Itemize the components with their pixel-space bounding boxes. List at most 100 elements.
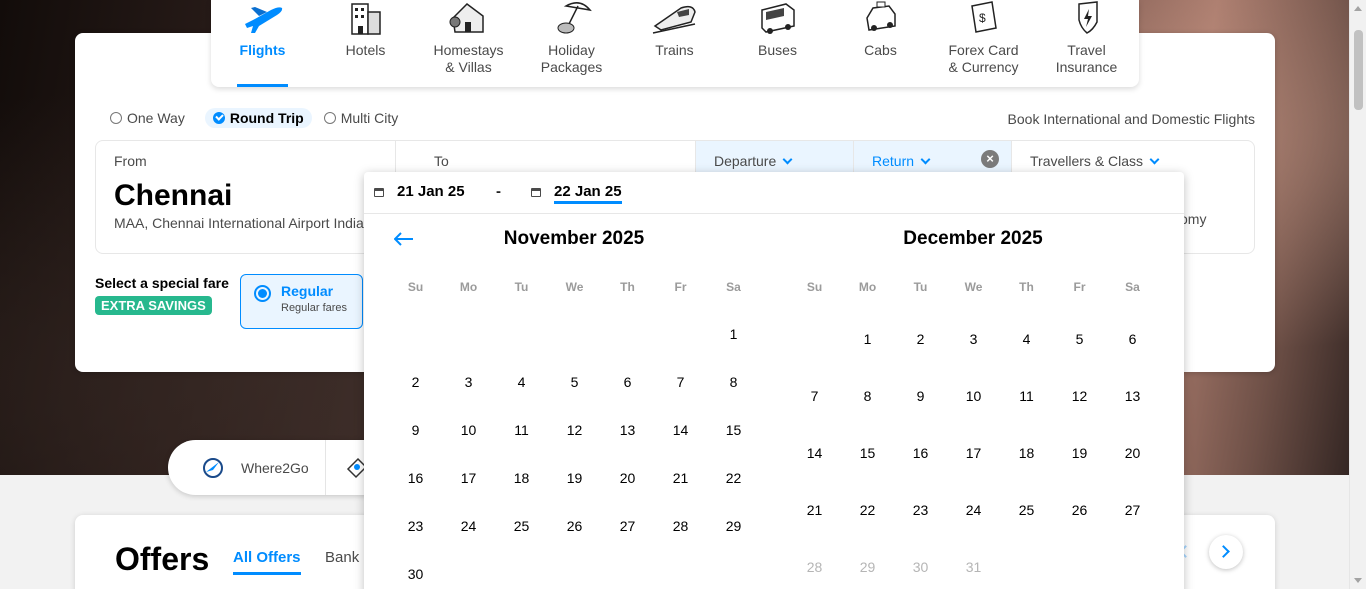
calendar-day[interactable]: 13 [1106, 367, 1159, 424]
calendar-day[interactable]: 11 [1000, 367, 1053, 424]
tab-all-offers[interactable]: All Offers [233, 549, 301, 575]
calendar-day[interactable]: 5 [548, 358, 601, 406]
calendar-day[interactable]: 4 [1000, 310, 1053, 367]
nav-item-flights[interactable]: Flights [211, 0, 314, 87]
calendar-day[interactable]: 13 [601, 406, 654, 454]
calendar-day[interactable]: 28 [654, 502, 707, 550]
calendar-day[interactable]: 8 [707, 358, 760, 406]
scroll-up-arrow-icon[interactable] [1354, 6, 1362, 11]
calendar-day[interactable]: 23 [389, 502, 442, 550]
month-title-december: December 2025 [903, 228, 1043, 249]
clear-return-icon[interactable]: × [981, 150, 999, 168]
calendar-day[interactable]: 28 [788, 538, 841, 589]
offers-title: Offers [115, 541, 210, 577]
nav-item-trains[interactable]: Trains [623, 0, 726, 87]
calendar-day[interactable]: 29 [707, 502, 760, 550]
calendar-day[interactable]: 7 [654, 358, 707, 406]
scroll-down-arrow-icon[interactable] [1354, 578, 1362, 583]
calendar-day[interactable]: 1 [841, 310, 894, 367]
calendar-day[interactable]: 3 [947, 310, 1000, 367]
chevron-down-icon [920, 154, 931, 165]
calendar-day[interactable]: 24 [442, 502, 495, 550]
svg-text:$: $ [979, 11, 986, 25]
weekday-label: Mo [858, 280, 877, 294]
nav-item-buses[interactable]: Buses [726, 0, 829, 87]
trip-one-way[interactable]: One Way [110, 108, 193, 128]
calendar-day[interactable]: 25 [1000, 481, 1053, 538]
departure-date-input[interactable]: 21 Jan 25 [397, 183, 465, 200]
calendar-day[interactable]: 4 [495, 358, 548, 406]
empty-day-cell [495, 310, 548, 358]
calendar-day[interactable]: 8 [841, 367, 894, 424]
nav-item-homestays[interactable]: Homestays & Villas [417, 0, 520, 87]
calendar-day[interactable]: 25 [495, 502, 548, 550]
calendar-day[interactable]: 16 [389, 454, 442, 502]
return-date-input[interactable]: 22 Jan 25 [554, 183, 622, 204]
calendar-day[interactable]: 6 [1106, 310, 1159, 367]
nav-item-cabs[interactable]: Cabs [829, 0, 932, 87]
calendar-day[interactable]: 12 [1053, 367, 1106, 424]
calendar-day[interactable]: 21 [788, 481, 841, 538]
calendar-day[interactable]: 15 [841, 424, 894, 481]
where2go-link[interactable]: Where2Go [168, 440, 326, 495]
calendar-day[interactable]: 14 [654, 406, 707, 454]
calendar-day[interactable]: 23 [894, 481, 947, 538]
scroll-thumb[interactable] [1354, 30, 1363, 110]
calendar-day[interactable]: 17 [442, 454, 495, 502]
calendar-day[interactable]: 9 [389, 406, 442, 454]
calendar-day[interactable]: 12 [548, 406, 601, 454]
calendar-day[interactable]: 26 [548, 502, 601, 550]
from-city: Chennai [114, 179, 233, 212]
calendar-day[interactable]: 9 [894, 367, 947, 424]
trip-round-trip[interactable]: Round Trip [204, 108, 312, 128]
calendar-day[interactable]: 30 [894, 538, 947, 589]
weekday-label: We [565, 280, 584, 294]
calendar-day[interactable]: 10 [947, 367, 1000, 424]
fare-option-regular[interactable]: Regular Regular fares [240, 274, 363, 329]
calendar-day[interactable]: 19 [1053, 424, 1106, 481]
chevron-down-icon [782, 154, 793, 165]
calendar-day[interactable]: 3 [442, 358, 495, 406]
nav-item-holiday-packages[interactable]: Holiday Packages [520, 0, 623, 87]
calendar-day[interactable]: 16 [894, 424, 947, 481]
calendar-day[interactable]: 30 [389, 550, 442, 589]
calendar-day[interactable]: 19 [548, 454, 601, 502]
calendar-day[interactable]: 21 [654, 454, 707, 502]
calendar-day[interactable]: 27 [601, 502, 654, 550]
nav-item-hotels[interactable]: Hotels [314, 0, 417, 87]
calendar-day[interactable]: 2 [894, 310, 947, 367]
calendar-day[interactable]: 22 [841, 481, 894, 538]
calendar-day[interactable]: 18 [1000, 424, 1053, 481]
calendar-day[interactable]: 10 [442, 406, 495, 454]
calendar-day[interactable]: 24 [947, 481, 1000, 538]
weekday-label: Mo [459, 280, 478, 294]
calendar-day[interactable]: 22 [707, 454, 760, 502]
offers-next-button[interactable] [1209, 535, 1243, 569]
calendar-day[interactable]: 6 [601, 358, 654, 406]
calendar-day[interactable]: 14 [788, 424, 841, 481]
radio-icon[interactable] [110, 112, 122, 124]
trip-multi-city[interactable]: Multi City [323, 108, 407, 128]
calendar-day[interactable]: 29 [841, 538, 894, 589]
checked-radio-icon[interactable] [212, 112, 225, 124]
calendar-day[interactable]: 5 [1053, 310, 1106, 367]
calendar-day[interactable]: 2 [389, 358, 442, 406]
calendar-day[interactable]: 20 [601, 454, 654, 502]
weekday-label: Th [620, 280, 635, 294]
calendar-day[interactable]: 11 [495, 406, 548, 454]
calendar-day[interactable]: 20 [1106, 424, 1159, 481]
calendar-day[interactable]: 17 [947, 424, 1000, 481]
nav-item-forex[interactable]: $ Forex Card & Currency [932, 0, 1035, 87]
calendar-day[interactable]: 15 [707, 406, 760, 454]
nav-item-travel-insurance[interactable]: Travel Insurance [1035, 0, 1138, 87]
cab-car-icon [865, 1, 896, 31]
calendar-day[interactable]: 27 [1106, 481, 1159, 538]
from-field[interactable]: From Chennai MAA, Chennai International … [96, 141, 396, 253]
calendar-day[interactable]: 18 [495, 454, 548, 502]
calendar-day[interactable]: 1 [707, 310, 760, 358]
calendar-day[interactable]: 7 [788, 367, 841, 424]
calendar-day[interactable]: 26 [1053, 481, 1106, 538]
calendar-day[interactable]: 31 [947, 538, 1000, 589]
radio-icon[interactable] [323, 112, 336, 124]
page-scrollbar[interactable] [1349, 0, 1366, 589]
